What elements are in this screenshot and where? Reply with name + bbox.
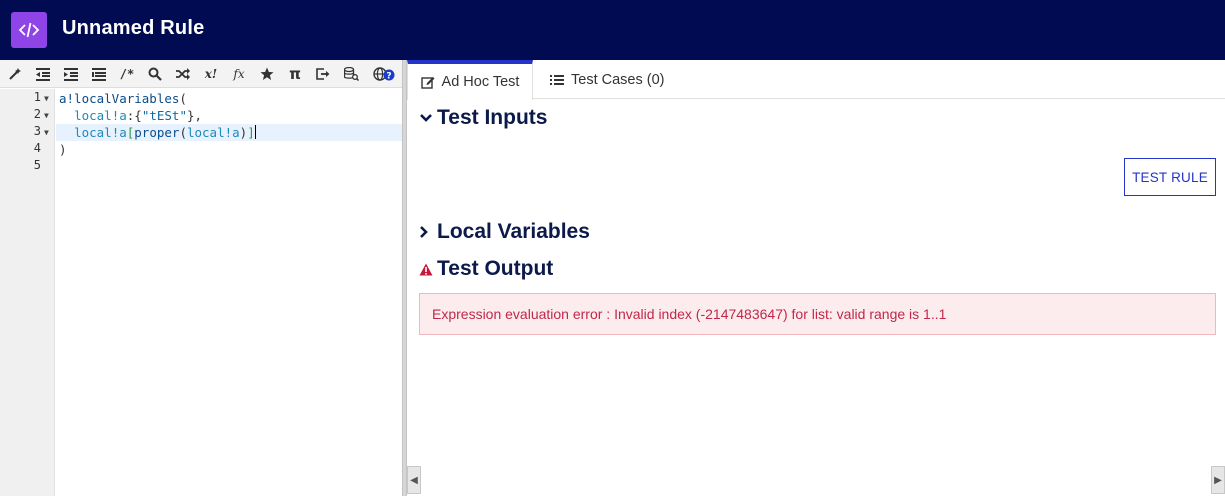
code-line[interactable]: local!a:{"tESt"}, xyxy=(56,107,402,124)
code-line-active[interactable]: local!a[proper(local!a)] xyxy=(56,124,402,141)
outdent-icon[interactable] xyxy=(34,65,52,83)
chevron-down-icon xyxy=(419,113,435,123)
section-local-variables[interactable]: Local Variables xyxy=(419,220,590,244)
shuffle-icon[interactable] xyxy=(174,65,192,83)
comment-icon[interactable]: /* xyxy=(118,65,136,83)
code-line[interactable]: a!localVariables( xyxy=(56,90,402,107)
fold-arrow-icon[interactable]: ▼ xyxy=(44,124,49,141)
test-panel: Ad Hoc Test Test Cases (0) Test Inputs T… xyxy=(407,60,1225,496)
format-icon[interactable] xyxy=(6,65,24,83)
pi-icon[interactable]: π xyxy=(286,65,304,83)
svg-text:?: ? xyxy=(386,72,391,82)
editor-toolbar: /* x! fx π ? xyxy=(0,60,404,88)
database-search-icon[interactable] xyxy=(342,65,360,83)
code-brackets-icon xyxy=(11,12,47,48)
line-gutter: 1 ▼ 2 ▼ 3 ▼ 4 5 xyxy=(0,89,55,496)
scroll-right-icon[interactable]: ▶ xyxy=(1211,466,1225,494)
function-icon[interactable]: fx xyxy=(230,65,248,83)
line-number: 2 ▼ xyxy=(0,107,55,124)
fold-arrow-icon[interactable]: ▼ xyxy=(44,107,49,124)
expression-editor: /* x! fx π ? 1 ▼ 2 ▼ 3 ▼ 4 5 a!localVariabl… xyxy=(0,60,404,496)
edit-icon xyxy=(420,75,435,89)
code-area[interactable]: a!localVariables( local!a:{"tESt"}, loca… xyxy=(56,89,402,496)
text-cursor xyxy=(254,125,256,139)
error-message: Expression evaluation error : Invalid in… xyxy=(419,293,1216,335)
tab-test-cases[interactable]: Test Cases (0) xyxy=(550,60,664,99)
warning-icon xyxy=(419,263,435,276)
section-test-output: Test Output xyxy=(419,257,553,281)
fold-arrow-icon[interactable]: ▼ xyxy=(44,90,49,107)
export-icon[interactable] xyxy=(314,65,332,83)
exclamation-icon[interactable]: x! xyxy=(202,65,220,83)
code-line[interactable]: ) xyxy=(56,141,402,158)
chevron-right-icon xyxy=(419,225,435,239)
line-number: 5 xyxy=(33,158,41,172)
indent-icon[interactable] xyxy=(62,65,80,83)
tab-bar: Ad Hoc Test Test Cases (0) xyxy=(407,60,1225,100)
list-icon[interactable] xyxy=(90,65,108,83)
line-number: 3 ▼ xyxy=(0,124,55,141)
list-icon xyxy=(550,74,564,86)
section-test-inputs[interactable]: Test Inputs xyxy=(419,106,547,130)
app-header: Unnamed Rule xyxy=(0,0,1225,60)
line-number: 1 ▼ xyxy=(0,90,55,107)
test-rule-button[interactable]: TEST RULE xyxy=(1124,158,1216,196)
star-icon[interactable] xyxy=(258,65,276,83)
rule-title: Unnamed Rule xyxy=(62,17,205,39)
globe-help-icon[interactable]: ? xyxy=(372,65,396,83)
tab-ad-hoc-test[interactable]: Ad Hoc Test xyxy=(407,60,533,100)
scroll-left-icon[interactable]: ◀ xyxy=(407,466,421,494)
line-number: 4 xyxy=(33,141,41,155)
search-icon[interactable] xyxy=(146,65,164,83)
